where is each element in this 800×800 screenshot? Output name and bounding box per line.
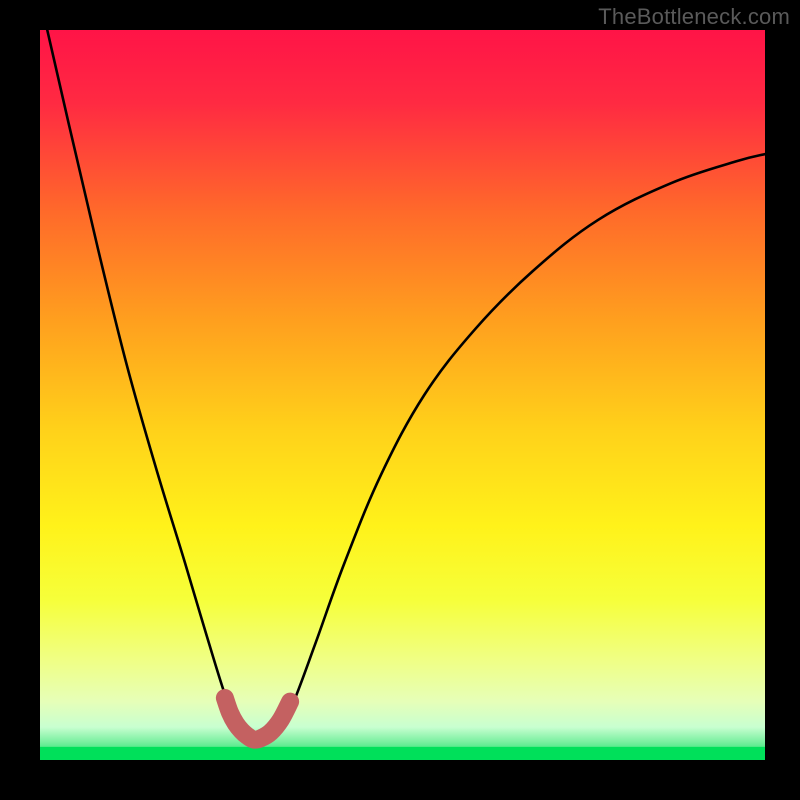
plot-svg — [40, 30, 765, 760]
plot-area — [40, 30, 765, 760]
chart-frame: TheBottleneck.com — [0, 0, 800, 800]
attribution-text: TheBottleneck.com — [598, 4, 790, 30]
green-bottom-band — [40, 747, 765, 760]
gradient-background — [40, 30, 765, 760]
